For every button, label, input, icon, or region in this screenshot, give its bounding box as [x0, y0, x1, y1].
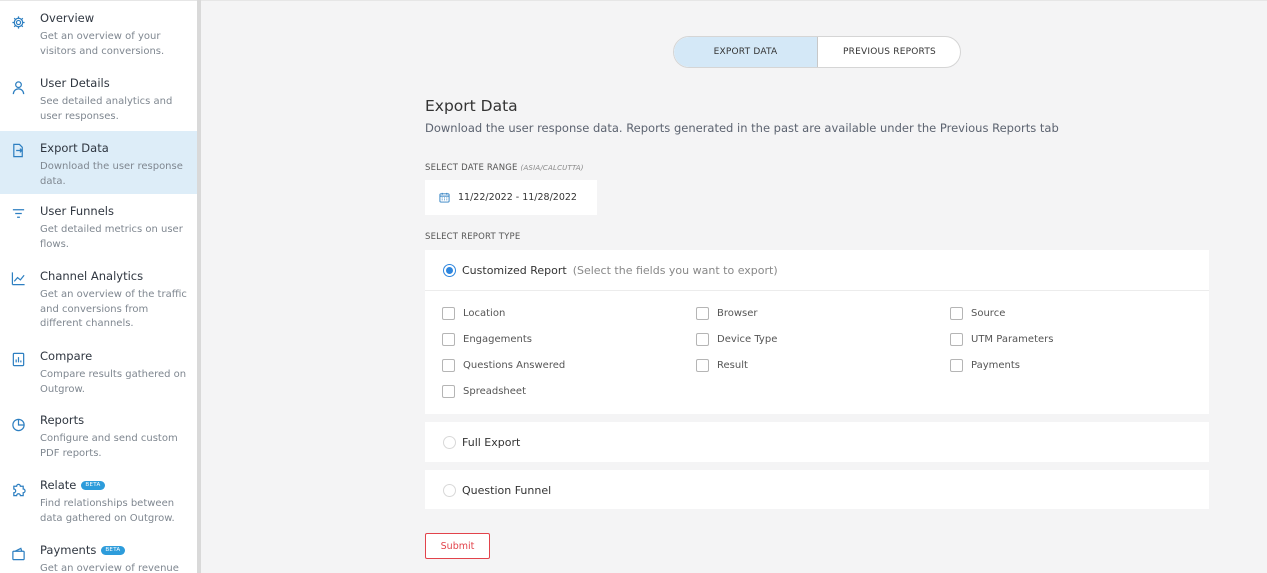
- field-payments[interactable]: Payments: [950, 359, 1020, 372]
- customized-report-radio[interactable]: [443, 263, 456, 277]
- sidebar-item-user-details[interactable]: User Details See detailed analytics and …: [0, 66, 197, 131]
- full-export-radio[interactable]: [443, 435, 456, 449]
- sidebar-item-label: Compare: [40, 349, 93, 363]
- field-label: Source: [971, 308, 1006, 319]
- export-icon: [11, 143, 26, 158]
- beta-badge: BETA: [101, 545, 125, 555]
- field-device-type[interactable]: Device Type: [696, 333, 777, 346]
- sidebar-item-label: Payments BETA: [40, 533, 187, 557]
- field-engagements[interactable]: Engagements: [442, 333, 532, 346]
- field-label: Questions Answered: [463, 360, 566, 371]
- sidebar: Overview Get an overview of your visitor…: [0, 0, 197, 573]
- sidebar-item-label: User Details: [40, 76, 110, 90]
- date-range-label: SELECT DATE RANGE (ASIA/CALCUTTA): [425, 163, 584, 173]
- checkbox[interactable]: [442, 385, 455, 398]
- sidebar-item-desc: Get an overview of your visitors and con…: [40, 31, 165, 57]
- question-funnel-radio[interactable]: [443, 483, 456, 497]
- beta-badge: BETA: [81, 480, 105, 490]
- field-label: Browser: [717, 308, 758, 319]
- checkbox[interactable]: [442, 307, 455, 320]
- question-funnel-option[interactable]: Question Funnel: [425, 470, 1209, 510]
- pie-chart-icon: [11, 417, 26, 432]
- field-spreadsheet[interactable]: Spreadsheet: [442, 385, 526, 398]
- full-export-option[interactable]: Full Export: [425, 422, 1209, 462]
- sidebar-item-desc: Get detailed metrics on user flows.: [40, 224, 183, 250]
- sidebar-item-label: Overview: [40, 11, 95, 25]
- compare-icon: [11, 352, 26, 367]
- sidebar-item-payments[interactable]: Payments BETA Get an overview of revenue: [0, 533, 197, 573]
- sidebar-item-desc: Download the user response data.: [40, 161, 183, 187]
- sidebar-item-label: Reports: [40, 413, 85, 427]
- tab-previous-reports[interactable]: PREVIOUS REPORTS: [818, 37, 960, 67]
- field-source[interactable]: Source: [950, 307, 1005, 320]
- customized-report-option[interactable]: Customized Report (Select the fields you…: [425, 250, 1209, 290]
- checkbox[interactable]: [696, 359, 709, 372]
- gear-icon: [11, 15, 26, 30]
- field-label: UTM Parameters: [971, 334, 1054, 345]
- date-range-picker[interactable]: 11/22/2022 - 11/28/2022: [425, 180, 597, 215]
- field-checkbox-grid: Location Browser Source Engagements Devi…: [425, 291, 1209, 415]
- field-location[interactable]: Location: [442, 307, 505, 320]
- field-label: Spreadsheet: [463, 386, 526, 397]
- report-type-label: SELECT REPORT TYPE: [425, 232, 521, 242]
- field-label: Device Type: [717, 334, 778, 345]
- checkbox[interactable]: [950, 333, 963, 346]
- field-label: Location: [463, 308, 506, 319]
- customized-report-card: Customized Report (Select the fields you…: [425, 250, 1209, 414]
- sidebar-item-relate[interactable]: Relate BETA Find relationships between da…: [0, 468, 197, 533]
- checkbox[interactable]: [950, 307, 963, 320]
- field-utm-parameters[interactable]: UTM Parameters: [950, 333, 1053, 346]
- sidebar-item-label: Relate BETA: [40, 468, 187, 492]
- customized-report-hint: (Select the fields you want to export): [572, 263, 778, 277]
- full-export-label: Full Export: [462, 435, 521, 449]
- field-browser[interactable]: Browser: [696, 307, 758, 320]
- sidebar-item-desc: Get an overview of revenue: [40, 563, 179, 573]
- filter-icon: [11, 206, 26, 221]
- tab-export-data[interactable]: EXPORT DATA: [674, 37, 818, 67]
- submit-button[interactable]: Submit: [425, 533, 490, 559]
- sidebar-item-desc: See detailed analytics and user response…: [40, 96, 173, 122]
- question-funnel-card: Question Funnel: [425, 470, 1209, 509]
- sidebar-item-desc: Configure and send custom PDF reports.: [40, 433, 178, 459]
- field-label: Payments: [971, 360, 1020, 371]
- sidebar-item-desc: Compare results gathered on Outgrow.: [40, 369, 187, 395]
- checkbox[interactable]: [696, 333, 709, 346]
- sidebar-item-user-funnels[interactable]: User Funnels Get detailed metrics on use…: [0, 194, 197, 259]
- checkbox[interactable]: [950, 359, 963, 372]
- sidebar-item-desc: Find relationships between data gathered…: [40, 498, 175, 524]
- calendar-icon: [439, 192, 450, 203]
- sidebar-item-overview[interactable]: Overview Get an overview of your visitor…: [0, 1, 197, 66]
- checkbox[interactable]: [696, 307, 709, 320]
- date-range-value: 11/22/2022 - 11/28/2022: [458, 192, 577, 203]
- question-funnel-label: Question Funnel: [462, 483, 552, 497]
- field-label: Result: [717, 360, 748, 371]
- user-icon: [11, 80, 26, 95]
- field-questions-answered[interactable]: Questions Answered: [442, 359, 565, 372]
- checkbox[interactable]: [442, 333, 455, 346]
- line-chart-icon: [11, 271, 26, 286]
- main-content: EXPORT DATA PREVIOUS REPORTS Export Data…: [201, 0, 1267, 573]
- customized-report-label: Customized Report: [462, 263, 567, 277]
- payment-icon: [11, 547, 26, 562]
- sidebar-item-compare[interactable]: Compare Compare results gathered on Outg…: [0, 339, 197, 403]
- field-label: Engagements: [463, 334, 532, 345]
- field-result[interactable]: Result: [696, 359, 748, 372]
- sidebar-item-label: Channel Analytics: [40, 269, 144, 283]
- page-subtitle: Download the user response data. Reports…: [425, 121, 1059, 135]
- puzzle-icon: [11, 482, 26, 497]
- full-export-card: Full Export: [425, 422, 1209, 462]
- checkbox[interactable]: [442, 359, 455, 372]
- sidebar-item-label: User Funnels: [40, 204, 114, 218]
- sidebar-item-label: Export Data: [40, 141, 109, 155]
- timezone-label: (ASIA/CALCUTTA): [520, 164, 584, 172]
- sidebar-item-reports[interactable]: Reports Configure and send custom PDF re…: [0, 403, 197, 468]
- page-title: Export Data: [425, 97, 518, 115]
- tab-bar: EXPORT DATA PREVIOUS REPORTS: [673, 36, 961, 68]
- sidebar-item-channel-analytics[interactable]: Channel Analytics Get an overview of the…: [0, 259, 197, 339]
- sidebar-item-desc: Get an overview of the traffic and conve…: [40, 289, 187, 329]
- sidebar-item-export-data[interactable]: Export Data Download the user response d…: [0, 131, 197, 194]
